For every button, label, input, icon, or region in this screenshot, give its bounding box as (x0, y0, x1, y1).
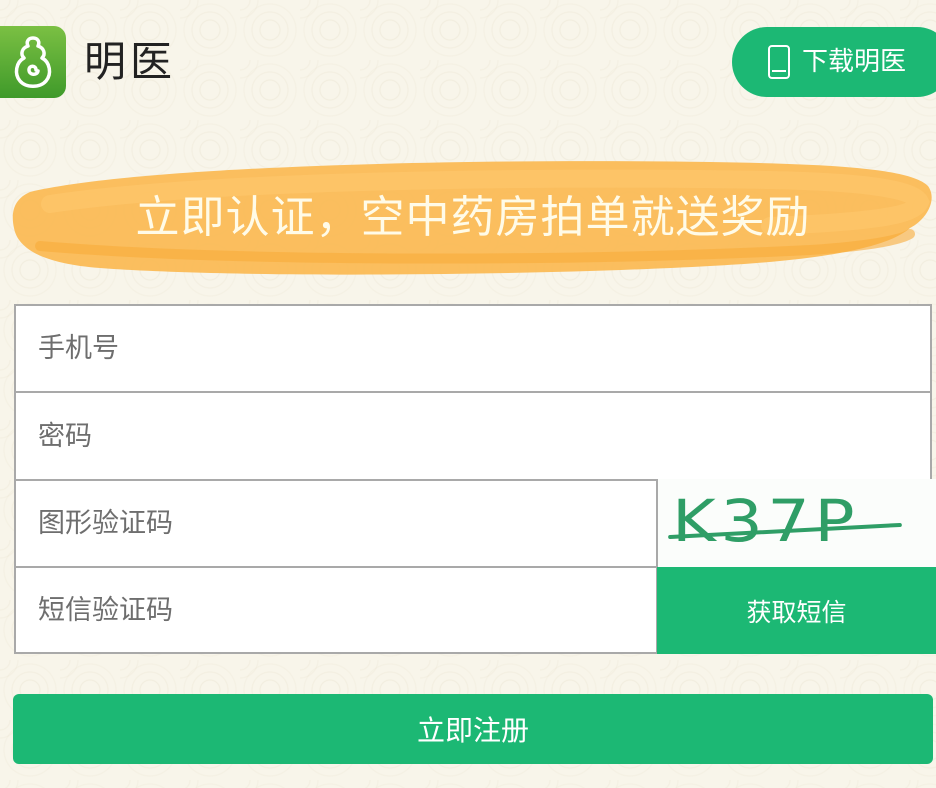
register-button[interactable]: 立即注册 (13, 694, 933, 764)
phone-field-container (14, 304, 932, 393)
download-app-label: 下载明医 (802, 47, 907, 77)
promo-banner: 立即认证，空中药房拍单就送奖励 (10, 150, 936, 280)
password-field-container (14, 391, 932, 481)
download-app-button[interactable]: 下载明医 (732, 27, 936, 97)
sms-code-input[interactable] (16, 568, 656, 652)
phone-input[interactable] (16, 306, 930, 391)
get-sms-code-button[interactable]: 获取短信 (657, 567, 936, 654)
captcha-code: K37P (672, 487, 860, 555)
brand-name: 明医 (84, 37, 177, 86)
captcha-input[interactable] (16, 481, 656, 566)
register-form: K37P 获取短信 (14, 304, 936, 654)
app-logo (0, 26, 66, 98)
captcha-image[interactable]: K37P (658, 479, 936, 568)
password-input[interactable] (16, 393, 930, 479)
banner-headline: 立即认证，空中药房拍单就送奖励 (135, 192, 811, 243)
mobile-phone-icon (768, 45, 790, 79)
gourd-logo-icon (14, 36, 52, 88)
sms-field-container (14, 566, 658, 654)
captcha-field-container (14, 479, 658, 568)
